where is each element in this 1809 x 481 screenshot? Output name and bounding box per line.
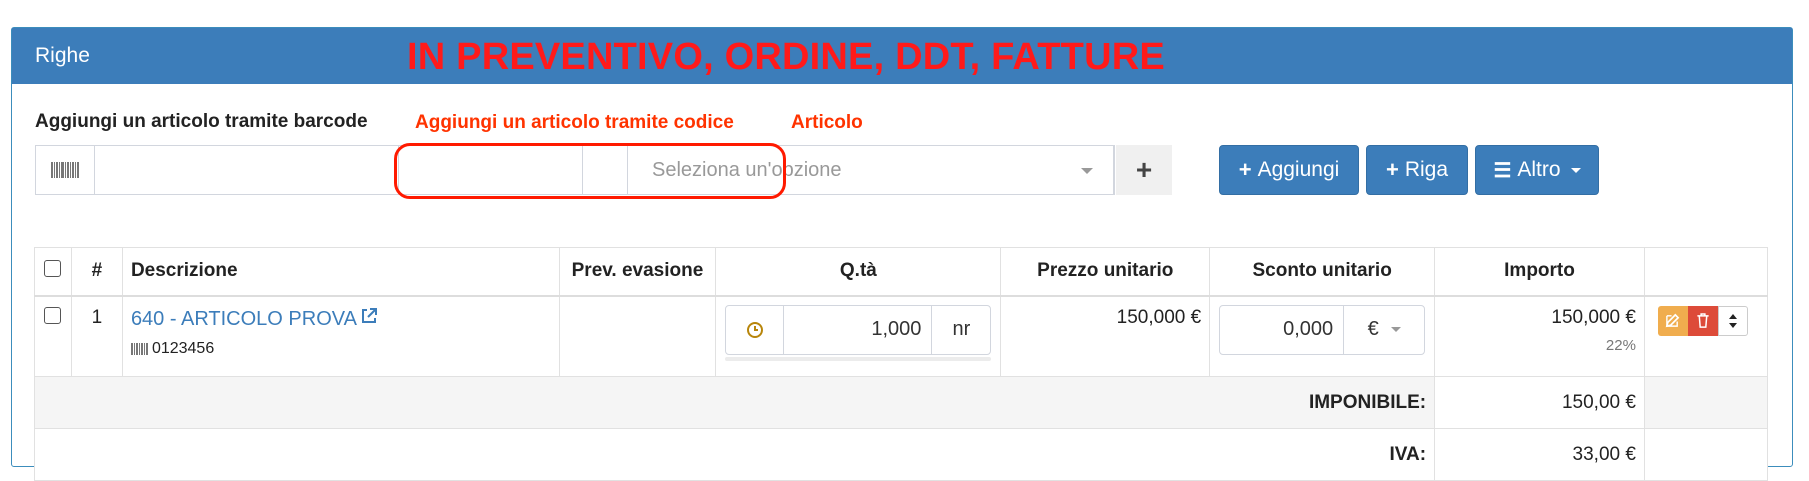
empty-cell [1643,428,1769,481]
article-barcode: 0123456 [130,339,558,358]
barcode-input[interactable] [96,146,431,194]
iva-row: IVA: 33,00 € [33,428,1769,481]
article-link[interactable]: 640 - ARTICOLO PROVA [130,307,378,331]
row-num: 1 [70,295,123,377]
iva-label: IVA: [33,428,1436,481]
external-link-icon [360,307,378,331]
imponibile-row: IMPONIBILE: 150,00 € [33,376,1769,429]
row-prev-evasione [558,295,717,377]
qta-input-group: 1,000 nr [725,304,992,355]
righe-table: # Descrizione Prev. evasione Q.tà Prezzo… [33,247,1769,481]
caret-down-icon [1570,167,1581,173]
table-row: 1 640 - ARTICOLO PROVA 0123456 1,000 nr … [34,295,1769,377]
sconto-tipo-value: € [1367,318,1379,340]
sconto-input[interactable]: 0,000 [1220,305,1345,354]
article-barcode-value: 0123456 [151,339,215,357]
row-importo-cell: 150,000 € 22% [1434,295,1645,377]
article-name: 640 - ARTICOLO PROVA [130,307,357,330]
empty-cell [1643,376,1769,429]
aggiungi-label: Aggiungi [1257,158,1340,181]
header-qta: Q.tà [715,247,1002,297]
header-actions [1643,247,1769,297]
row-importo: 150,000 € [1551,306,1636,328]
sconto-input-group: 0,000 € [1219,304,1426,355]
header-prezzo-unitario: Prezzo unitario [1000,247,1211,297]
select-all-header [34,247,72,297]
header-descrizione: Descrizione [121,247,560,297]
header-num: # [70,247,123,297]
select-placeholder: Seleziona un'opzione [652,159,842,181]
codice-input[interactable] [398,145,583,195]
row-descrizione-cell: 640 - ARTICOLO PROVA 0123456 [121,295,560,377]
row-sconto-cell: 0,000 € [1209,295,1436,377]
chevron-down-icon [1081,168,1093,174]
plus-icon: + [1385,157,1399,182]
barcode-label: Aggiungi un articolo tramite barcode [35,111,368,132]
header-sconto-unitario: Sconto unitario [1209,247,1436,297]
aggiungi-button[interactable]: + Aggiungi [1219,145,1359,195]
articolo-select[interactable]: Seleziona un'opzione [627,145,1114,195]
row-prezzo-unitario: 150,000 € [1000,295,1211,377]
row-qta-cell: 1,000 nr [715,295,1002,377]
row-actions [1643,295,1769,377]
qta-progress-track [725,356,992,361]
qta-input[interactable]: 1,000 [784,305,933,354]
panel-title: Righe [35,44,90,67]
panel-header: Righe IN PREVENTIVO, ORDINE, DDT, FATTUR… [12,28,1792,84]
sort-icon[interactable] [1717,305,1748,336]
select-all-checkbox[interactable] [44,259,62,277]
barcode-icon [130,342,148,355]
header-prev-evasione: Prev. evasione [558,247,717,297]
riga-button[interactable]: + Riga [1366,145,1468,195]
header-importo: Importo [1434,247,1645,297]
row-select-cell [34,295,72,377]
annotation-main: IN PREVENTIVO, ORDINE, DDT, FATTURE [407,36,1165,78]
chevron-down-icon [1390,327,1401,332]
plus-icon: + [1238,157,1252,182]
add-article-plus-button[interactable]: + [1116,145,1172,195]
trash-icon[interactable] [1687,305,1718,336]
altro-label: Altro [1517,158,1561,181]
unita-label: nr [952,318,971,340]
barcode-icon [36,146,95,194]
imponibile-value: 150,00 € [1434,376,1645,429]
annotation-articolo: Articolo [791,112,863,133]
row-iva: 22% [1605,336,1636,354]
row-checkbox[interactable] [44,306,62,324]
riga-label: Riga [1404,158,1449,181]
imponibile-label: IMPONIBILE: [33,376,1436,429]
edit-icon[interactable] [1657,305,1688,336]
altro-dropdown-button[interactable]: ☰ Altro [1475,145,1599,195]
annotation-codice: Aggiungi un articolo tramite codice [415,112,734,133]
iva-value: 33,00 € [1434,428,1645,481]
sconto-tipo-select[interactable]: € [1344,306,1424,354]
clock-icon[interactable] [726,305,785,354]
list-icon: ☰ [1493,159,1512,182]
